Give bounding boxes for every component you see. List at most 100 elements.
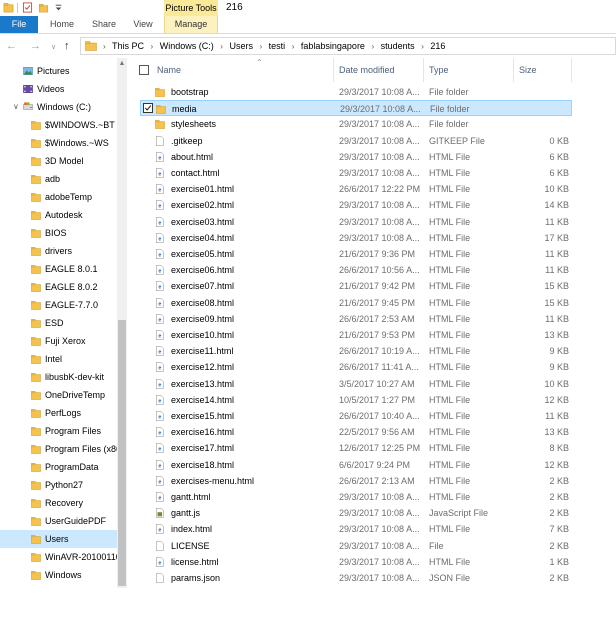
nav-item-userguidepdf[interactable]: UserGuidePDF	[0, 512, 118, 530]
column-type[interactable]: Type	[424, 58, 514, 82]
file-name[interactable]: about.html	[171, 149, 213, 165]
breadcrumb-fablabsingapore[interactable]: fablabsingapore	[301, 41, 365, 51]
nav-item-adb[interactable]: adb	[0, 170, 118, 188]
file-row[interactable]: bootstrap 29/3/2017 10:08 A... File folder	[140, 84, 572, 100]
file-name[interactable]: exercise14.html	[171, 392, 234, 408]
nav-item-esd[interactable]: ESD	[0, 314, 118, 332]
nav-item-program-files[interactable]: Program Files	[0, 422, 118, 440]
nav-item-users[interactable]: Users	[0, 530, 118, 548]
file-row[interactable]: e exercise17.html 12/6/2017 12:25 PM HTML F…	[140, 440, 572, 456]
file-row[interactable]: .gitkeep 29/3/2017 10:08 A... GITKEEP File…	[140, 133, 572, 149]
nav-item-eagle-8-0-1[interactable]: EAGLE 8.0.1	[0, 260, 118, 278]
file-name[interactable]: exercise03.html	[171, 214, 234, 230]
breadcrumb-users[interactable]: Users	[229, 41, 253, 51]
file-row[interactable]: e exercise01.html 26/6/2017 12:22 PM HTML F…	[140, 181, 572, 197]
file-row[interactable]: e exercise09.html 26/6/2017 2:53 AM HTML Fi…	[140, 311, 572, 327]
file-row[interactable]: e contact.html 29/3/2017 10:08 A... HTML Fi…	[140, 165, 572, 181]
file-name[interactable]: params.json	[171, 570, 220, 586]
file-name[interactable]: exercise07.html	[171, 278, 234, 294]
file-row[interactable]: params.json 29/3/2017 10:08 A... JSON File…	[140, 570, 572, 586]
nav-item-program-files-x86[interactable]: Program Files (x86)	[0, 440, 118, 458]
tab-home[interactable]: Home	[42, 16, 82, 33]
nav-item-perflogs[interactable]: PerfLogs	[0, 404, 118, 422]
file-name[interactable]: exercise04.html	[171, 230, 234, 246]
file-row[interactable]: e exercise12.html 26/6/2017 11:41 A... HTML…	[140, 359, 572, 375]
file-name[interactable]: gantt.js	[171, 505, 200, 521]
nav-item-python27[interactable]: Python27	[0, 476, 118, 494]
nav-item-fuji-xerox[interactable]: Fuji Xerox	[0, 332, 118, 350]
file-name[interactable]: gantt.html	[171, 489, 211, 505]
file-name[interactable]: exercise09.html	[171, 311, 234, 327]
column-name[interactable]: Name ⌃	[152, 58, 334, 82]
file-row[interactable]: e exercise13.html 3/5/2017 10:27 AM HTML Fi…	[140, 376, 572, 392]
file-name[interactable]: index.html	[171, 521, 212, 537]
file-row[interactable]: LICENSE 29/3/2017 10:08 A... File 2 KB	[140, 538, 572, 554]
select-all-checkbox[interactable]	[139, 65, 149, 75]
recent-locations-icon[interactable]: ∨	[51, 42, 56, 54]
nav-item-windows[interactable]: Windows	[0, 566, 118, 584]
breadcrumb-216[interactable]: 216	[430, 41, 445, 51]
file-name[interactable]: .gitkeep	[171, 133, 203, 149]
column-date[interactable]: Date modified	[334, 58, 424, 82]
file-name[interactable]: exercise05.html	[171, 246, 234, 262]
tab-view[interactable]: View	[124, 16, 162, 33]
file-row[interactable]: e exercise14.html 10/5/2017 1:27 PM HTML Fi…	[140, 392, 572, 408]
nav-item-adobetemp[interactable]: adobeTemp	[0, 188, 118, 206]
row-checkbox[interactable]	[143, 103, 153, 114]
file-name[interactable]: media	[172, 101, 197, 117]
nav-item-intel[interactable]: Intel	[0, 350, 118, 368]
tab-share[interactable]: Share	[84, 16, 124, 33]
nav-item-recovery[interactable]: Recovery	[0, 494, 118, 512]
new-folder-icon[interactable]	[38, 2, 49, 13]
file-row[interactable]: gantt.js 29/3/2017 10:08 A... JavaScript F…	[140, 505, 572, 521]
nav-item-pictures[interactable]: Pictures	[0, 62, 118, 80]
file-row[interactable]: e exercise08.html 21/6/2017 9:45 PM HTML Fi…	[140, 295, 572, 311]
column-size[interactable]: Size	[514, 58, 572, 82]
breadcrumb-students[interactable]: students	[381, 41, 415, 51]
file-name[interactable]: exercise10.html	[171, 327, 234, 343]
file-name[interactable]: exercise01.html	[171, 181, 234, 197]
file-row[interactable]: e exercise05.html 21/6/2017 9:36 PM HTML Fi…	[140, 246, 572, 262]
back-arrow-icon[interactable]: ←	[6, 40, 17, 52]
file-name[interactable]: exercise13.html	[171, 376, 234, 392]
nav-item-bios[interactable]: BIOS	[0, 224, 118, 242]
nav-item-windows-bt[interactable]: $WINDOWS.~BT	[0, 116, 118, 134]
nav-item-drivers[interactable]: drivers	[0, 242, 118, 260]
file-row[interactable]: e exercise03.html 29/3/2017 10:08 A... HTML…	[140, 214, 572, 230]
file-name[interactable]: LICENSE	[171, 538, 210, 554]
file-name[interactable]: exercise12.html	[171, 359, 234, 375]
breadcrumb-windows-c[interactable]: Windows (C:)	[160, 41, 214, 51]
file-name[interactable]: exercise02.html	[171, 197, 234, 213]
file-name[interactable]: exercise16.html	[171, 424, 234, 440]
file-row[interactable]: e exercise15.html 26/6/2017 10:40 A... HTML…	[140, 408, 572, 424]
file-row[interactable]: media 29/3/2017 10:08 A... File folder	[140, 100, 572, 117]
up-arrow-icon[interactable]: ↑	[64, 40, 70, 52]
scroll-up-icon[interactable]: ▲	[118, 60, 126, 67]
scroll-thumb[interactable]	[118, 320, 126, 586]
file-name[interactable]: bootstrap	[171, 84, 209, 100]
file-name[interactable]: license.html	[171, 554, 219, 570]
nav-item-autodesk[interactable]: Autodesk	[0, 206, 118, 224]
file-name[interactable]: contact.html	[171, 165, 220, 181]
nav-item-eagle-7-7-0[interactable]: EAGLE-7.7.0	[0, 296, 118, 314]
file-row[interactable]: e about.html 29/3/2017 10:08 A... HTML File…	[140, 149, 572, 165]
file-row[interactable]: e exercise18.html 6/6/2017 9:24 PM HTML Fil…	[140, 457, 572, 473]
file-row[interactable]: e index.html 29/3/2017 10:08 A... HTML File…	[140, 521, 572, 537]
nav-item-programdata[interactable]: ProgramData	[0, 458, 118, 476]
breadcrumb-this-pc[interactable]: This PC	[112, 41, 144, 51]
address-bar[interactable]: › This PC › Windows (C:) › Users › testi…	[80, 37, 616, 55]
file-row[interactable]: e exercise16.html 22/5/2017 9:56 AM HTML Fi…	[140, 424, 572, 440]
expand-chevron-icon[interactable]: ∨	[13, 98, 19, 116]
file-name[interactable]: exercises-menu.html	[171, 473, 254, 489]
file-name[interactable]: exercise18.html	[171, 457, 234, 473]
nav-item-3d-model[interactable]: 3D Model	[0, 152, 118, 170]
file-row[interactable]: stylesheets 29/3/2017 10:08 A... File fold…	[140, 116, 572, 132]
file-name[interactable]: stylesheets	[171, 116, 216, 132]
properties-icon[interactable]	[22, 2, 33, 13]
file-row[interactable]: e exercise11.html 26/6/2017 10:19 A... HTML…	[140, 343, 572, 359]
nav-item-windows-ws[interactable]: $Windows.~WS	[0, 134, 118, 152]
breadcrumb-testi[interactable]: testi	[269, 41, 286, 51]
nav-item-libusbk-dev-kit[interactable]: libusbK-dev-kit	[0, 368, 118, 386]
file-row[interactable]: e exercise07.html 21/6/2017 9:42 PM HTML Fi…	[140, 278, 572, 294]
file-row[interactable]: e exercise04.html 29/3/2017 10:08 A... HTML…	[140, 230, 572, 246]
